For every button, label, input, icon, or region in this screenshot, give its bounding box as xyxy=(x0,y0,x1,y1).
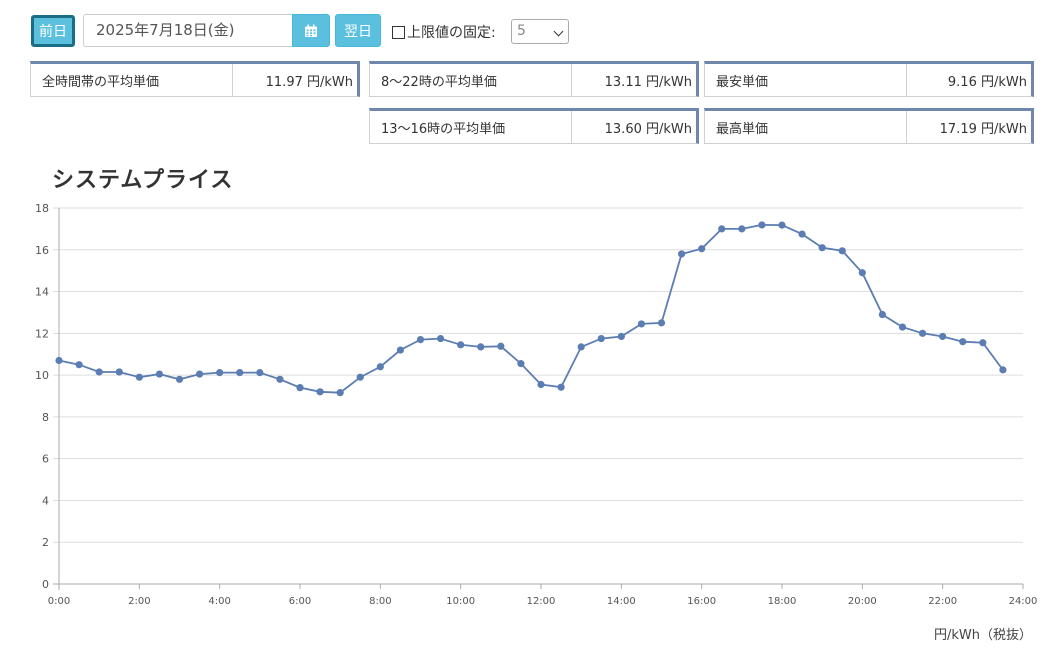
data-point xyxy=(959,338,967,346)
data-point xyxy=(939,332,947,341)
data-point xyxy=(657,319,666,327)
y-tick-label: 16 xyxy=(35,244,49,257)
data-point xyxy=(216,369,224,377)
data-point xyxy=(457,341,465,349)
data-point xyxy=(718,225,726,233)
price-chart: 0 2 4 6 8 10 12 14 16 18 0:00 2:00 4:00 6:00 8:00 10:00… xyxy=(35,202,1038,607)
y-tick-label: 8 xyxy=(42,411,49,424)
data-point xyxy=(497,342,505,350)
data-point xyxy=(477,343,485,351)
data-point xyxy=(637,320,646,328)
data-point xyxy=(296,384,304,392)
x-tick-label: 8:00 xyxy=(369,596,391,607)
data-point xyxy=(256,369,264,377)
x-tick-label: 12:00 xyxy=(527,596,556,607)
data-point xyxy=(878,310,887,319)
data-point xyxy=(356,373,364,381)
x-tick-label: 6:00 xyxy=(289,596,311,607)
data-point xyxy=(738,225,746,233)
data-point xyxy=(155,370,164,378)
y-tick-label: 4 xyxy=(42,494,49,507)
data-point xyxy=(396,346,405,354)
data-point xyxy=(336,389,344,397)
data-point xyxy=(798,230,806,238)
data-point xyxy=(577,343,585,351)
x-tick-label: 10:00 xyxy=(446,596,475,607)
x-tick-label: 24:00 xyxy=(1009,596,1038,607)
data-point xyxy=(195,370,204,378)
x-tick-label: 4:00 xyxy=(208,596,230,607)
y-tick-label: 14 xyxy=(35,286,49,299)
x-tick-label: 18:00 xyxy=(768,596,797,607)
y-tick-label: 2 xyxy=(42,536,49,549)
x-tick-label: 2:00 xyxy=(128,596,150,607)
y-tick-label: 6 xyxy=(42,453,49,466)
y-tick-label: 12 xyxy=(35,327,49,340)
data-point xyxy=(818,244,826,252)
data-point xyxy=(115,368,123,376)
data-point xyxy=(617,332,625,341)
x-tick-label: 14:00 xyxy=(607,596,636,607)
data-point xyxy=(55,356,63,365)
data-point xyxy=(677,250,686,258)
data-point xyxy=(597,334,605,343)
data-point xyxy=(376,363,384,371)
y-tick-label: 0 xyxy=(42,578,49,591)
x-tick-label: 22:00 xyxy=(928,596,957,607)
data-point xyxy=(236,369,244,377)
data-point xyxy=(898,323,907,331)
data-point xyxy=(838,247,846,255)
data-point xyxy=(918,329,927,337)
data-point xyxy=(778,221,786,229)
x-tick-label: 0:00 xyxy=(48,596,70,607)
y-tick-label: 18 xyxy=(35,202,49,215)
y-tick-label: 10 xyxy=(35,369,49,382)
x-tick-label: 20:00 xyxy=(848,596,877,607)
data-point xyxy=(436,334,445,343)
data-point xyxy=(75,361,83,369)
data-point xyxy=(858,269,866,277)
data-point xyxy=(175,375,184,383)
data-point xyxy=(135,373,143,381)
data-point xyxy=(999,366,1007,374)
data-point xyxy=(95,368,103,376)
data-point xyxy=(416,336,425,344)
data-point xyxy=(557,383,565,391)
data-point xyxy=(517,360,525,368)
data-point xyxy=(316,388,324,396)
data-point xyxy=(537,380,545,389)
data-point xyxy=(276,375,284,383)
data-point xyxy=(979,339,987,347)
x-tick-label: 16:00 xyxy=(687,596,716,607)
data-point xyxy=(698,245,706,253)
y-unit-label: 円/kWh（税抜） xyxy=(934,628,1033,643)
data-point xyxy=(758,221,766,229)
